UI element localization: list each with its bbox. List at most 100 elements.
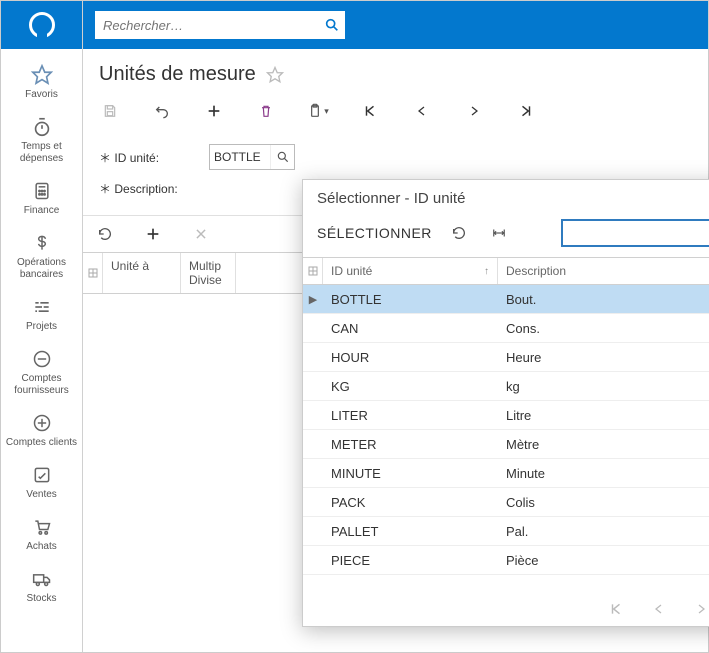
search-icon[interactable] <box>323 17 341 33</box>
page-title: Unités de mesure <box>99 63 256 86</box>
id-unit-input[interactable] <box>210 150 270 164</box>
description-label: ＊ Description: <box>99 180 209 197</box>
sidebar-item-banque[interactable]: Opérations bancaires <box>1 223 82 287</box>
popup-col-id[interactable]: ID unité↑ <box>323 258 498 284</box>
popup-grid-handle-icon[interactable] <box>303 258 323 284</box>
popup-prev-page[interactable] <box>653 602 665 616</box>
sidebar-item-label: Comptes clients <box>6 437 77 449</box>
global-search[interactable] <box>95 11 345 39</box>
favorite-toggle[interactable] <box>266 66 284 84</box>
sidebar-item-label: Stocks <box>26 593 56 605</box>
popup-refresh-button[interactable] <box>446 220 472 246</box>
popup-first-page[interactable] <box>609 602 623 616</box>
row-id: PACK <box>323 495 498 510</box>
grid-add-button[interactable] <box>139 220 167 248</box>
clipboard-menu-button[interactable]: ▾ <box>303 96 333 126</box>
lookup-popup: Sélectionner - ID unité SÉLECTIONNER ID … <box>302 179 709 627</box>
lookup-row[interactable]: ▶MINUTEMinute <box>303 459 709 488</box>
sidebar-item-achats[interactable]: Achats <box>1 507 82 559</box>
row-id: PALLET <box>323 524 498 539</box>
sidebar-item-projets[interactable]: Projets <box>1 287 82 339</box>
row-desc: Pièce <box>498 553 709 568</box>
row-id: CAN <box>323 321 498 336</box>
plus-circle-icon <box>30 411 54 435</box>
row-desc: Pal. <box>498 524 709 539</box>
row-desc: Mètre <box>498 437 709 452</box>
sidebar-item-temps[interactable]: Temps et dépenses <box>1 107 82 171</box>
row-id: BOTTLE <box>323 292 498 307</box>
lookup-row[interactable]: ▶BOTTLEBout. <box>303 285 709 314</box>
sidebar-item-fournisseurs[interactable]: Comptes fournisseurs <box>1 339 82 403</box>
grid-col-mult[interactable]: MultipDivise <box>181 253 236 293</box>
dollar-icon <box>30 231 54 255</box>
grid-close-button[interactable] <box>187 220 215 248</box>
star-icon <box>30 63 54 87</box>
next-record-button[interactable] <box>459 96 489 126</box>
row-id: PIECE <box>323 553 498 568</box>
sidebar: Favoris Temps et dépenses Finance Opérat… <box>1 1 83 652</box>
first-record-button[interactable] <box>355 96 385 126</box>
lookup-row[interactable]: ▶CANCons. <box>303 314 709 343</box>
tasks-icon <box>30 295 54 319</box>
minus-circle-icon <box>30 347 54 371</box>
lookup-row[interactable]: ▶PALLETPal. <box>303 517 709 546</box>
row-desc: Cons. <box>498 321 709 336</box>
sidebar-item-label: Projets <box>26 321 57 333</box>
sidebar-item-label: Comptes fournisseurs <box>3 373 80 397</box>
popup-next-page[interactable] <box>695 602 707 616</box>
row-id: KG <box>323 379 498 394</box>
undo-button[interactable] <box>147 96 177 126</box>
row-id: HOUR <box>323 350 498 365</box>
row-id: LITER <box>323 408 498 423</box>
row-desc: Heure <box>498 350 709 365</box>
sidebar-item-label: Opérations bancaires <box>3 257 80 281</box>
id-unit-field[interactable] <box>209 144 295 170</box>
row-indicator-icon: ▶ <box>303 293 323 306</box>
lookup-row[interactable]: ▶HOURHeure <box>303 343 709 372</box>
sidebar-item-label: Finance <box>24 205 60 217</box>
last-record-button[interactable] <box>511 96 541 126</box>
lookup-row[interactable]: ▶PACKColis <box>303 488 709 517</box>
id-unit-label: ＊ ID unité: <box>99 149 209 166</box>
search-input[interactable] <box>99 16 323 35</box>
row-desc: Colis <box>498 495 709 510</box>
save-button[interactable] <box>95 96 125 126</box>
grid-col-unit[interactable]: Unité à <box>103 253 181 293</box>
sidebar-item-finance[interactable]: Finance <box>1 171 82 223</box>
add-button[interactable] <box>199 96 229 126</box>
popup-fit-button[interactable] <box>486 220 512 246</box>
sidebar-item-ventes[interactable]: Ventes <box>1 455 82 507</box>
sidebar-item-label: Ventes <box>26 489 57 501</box>
calculator-icon <box>30 179 54 203</box>
lookup-row[interactable]: ▶KGkg <box>303 372 709 401</box>
popup-search-input[interactable] <box>563 226 709 241</box>
grid-handle-icon[interactable] <box>83 253 103 293</box>
popup-title: Sélectionner - ID unité <box>317 190 465 207</box>
popup-select-button[interactable]: SÉLECTIONNER <box>317 225 432 241</box>
row-desc: kg <box>498 379 709 394</box>
row-id: MINUTE <box>323 466 498 481</box>
cart-icon <box>30 515 54 539</box>
delete-button[interactable] <box>251 96 281 126</box>
grid-refresh-button[interactable] <box>91 220 119 248</box>
edit-square-icon <box>30 463 54 487</box>
lookup-icon[interactable] <box>270 145 294 169</box>
sidebar-item-label: Favoris <box>25 89 58 101</box>
lookup-row[interactable]: ▶LITERLitre <box>303 401 709 430</box>
popup-col-desc[interactable]: Description <box>498 258 709 284</box>
lookup-row[interactable]: ▶METERMètre <box>303 430 709 459</box>
app-logo[interactable] <box>1 1 82 49</box>
popup-search[interactable] <box>561 219 709 247</box>
row-desc: Minute <box>498 466 709 481</box>
sort-asc-icon: ↑ <box>484 266 489 277</box>
topbar <box>83 1 708 49</box>
row-desc: Litre <box>498 408 709 423</box>
sidebar-item-label: Achats <box>26 541 57 553</box>
sidebar-item-clients[interactable]: Comptes clients <box>1 403 82 455</box>
record-toolbar: ▾ <box>83 92 708 136</box>
truck-icon <box>30 567 54 591</box>
sidebar-item-favoris[interactable]: Favoris <box>1 55 82 107</box>
prev-record-button[interactable] <box>407 96 437 126</box>
lookup-row[interactable]: ▶PIECEPièce <box>303 546 709 575</box>
sidebar-item-stocks[interactable]: Stocks <box>1 559 82 611</box>
